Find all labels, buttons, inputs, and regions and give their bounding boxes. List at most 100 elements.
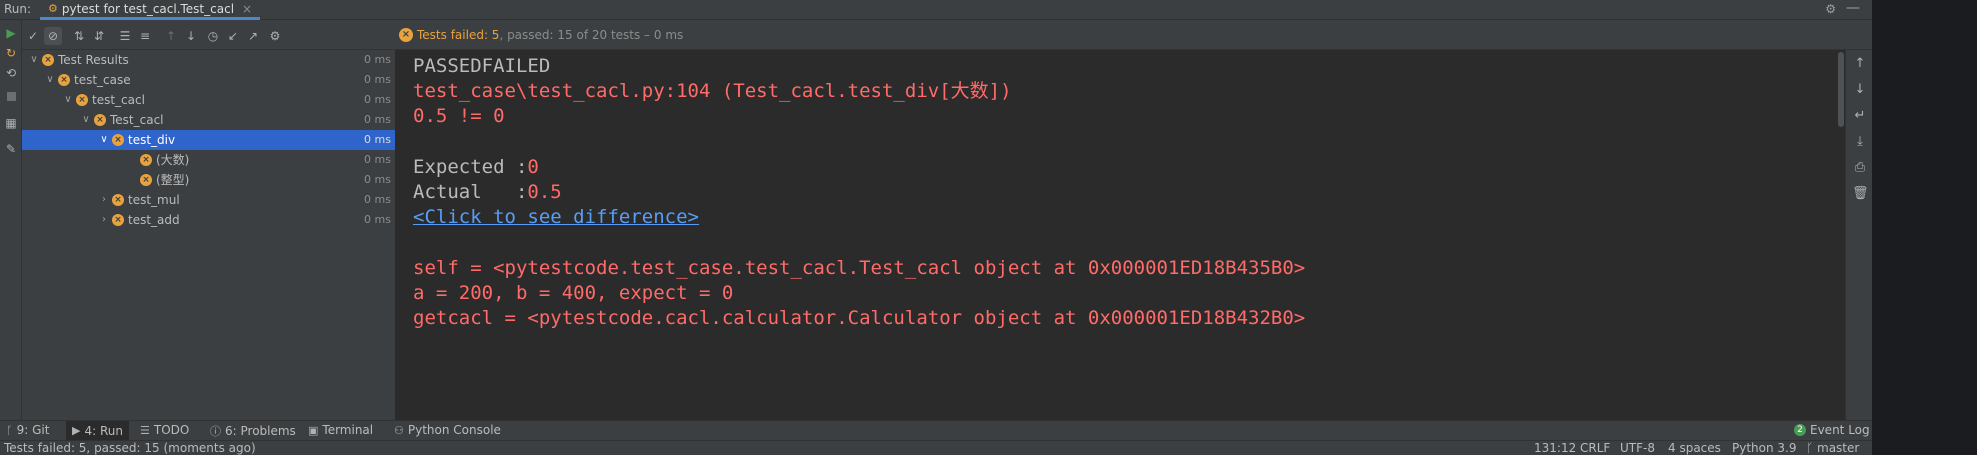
show-ignored-icon[interactable]: ⊘ bbox=[44, 27, 62, 45]
sort-alpha-icon[interactable]: ⇅ bbox=[70, 27, 88, 45]
layout-icon[interactable]: ▦ bbox=[4, 116, 18, 130]
run-tab-label: pytest for test_cacl.Test_cacl bbox=[61, 2, 235, 16]
console-output[interactable]: PASSEDFAILED test_case\test_cacl.py:104 … bbox=[395, 50, 1840, 420]
caret-position[interactable]: 131:12 bbox=[1534, 441, 1576, 455]
tree-row-test-results[interactable]: ∨ × Test Results 0 ms bbox=[22, 50, 395, 70]
console-line: self = <pytestcode.test_case.test_cacl.T… bbox=[413, 257, 1306, 279]
branch-icon: ᚴ bbox=[1806, 441, 1818, 455]
chevron-down-icon[interactable]: ∨ bbox=[44, 70, 56, 90]
passed-summary: , passed: 15 of 20 tests – 0 ms bbox=[499, 28, 684, 42]
settings-icon[interactable]: ⚙ bbox=[266, 27, 284, 45]
stop-icon[interactable] bbox=[4, 90, 18, 104]
import-icon[interactable]: ↙ bbox=[224, 27, 242, 45]
tree-row-time: 0 ms bbox=[364, 153, 391, 166]
tree-row-label: Test Results bbox=[58, 53, 129, 67]
collapse-all-icon[interactable]: ≡ bbox=[136, 27, 154, 45]
tree-row-test-cacl-class[interactable]: ∨ × Test_cacl 0 ms bbox=[22, 110, 395, 130]
failed-icon: × bbox=[140, 154, 152, 166]
indent-setting[interactable]: 4 spaces bbox=[1668, 441, 1721, 455]
event-log-tool-button[interactable]: 2 Event Log bbox=[1794, 423, 1870, 437]
trash-icon[interactable]: 🗑 bbox=[1852, 186, 1869, 202]
scroll-to-end-icon[interactable]: ⤓ bbox=[1852, 134, 1868, 150]
failed-icon: × bbox=[76, 94, 88, 106]
python-console-tool-button[interactable]: ⚇ Python Console bbox=[394, 423, 501, 437]
export-icon[interactable]: ↗ bbox=[244, 27, 262, 45]
failed-icon: × bbox=[94, 114, 106, 126]
rerun-failed-icon[interactable]: ↻ bbox=[4, 46, 18, 60]
see-difference-link[interactable]: <Click to see difference> bbox=[413, 205, 699, 229]
line-separator[interactable]: CRLF bbox=[1580, 441, 1610, 455]
console-line: test_case\test_cacl.py:104 (Test_cacl.te… bbox=[413, 80, 1012, 102]
tree-row-label: test_div bbox=[128, 133, 176, 147]
pin-icon[interactable]: ✎ bbox=[4, 142, 18, 156]
console-line: a = 200, b = 400, expect = 0 bbox=[413, 282, 734, 304]
console-line: getcacl = <pytestcode.cacl.calculator.Ca… bbox=[413, 307, 1306, 329]
minimize-icon[interactable]: — bbox=[1846, 0, 1860, 16]
up-arrow-icon[interactable]: ↑ bbox=[1852, 56, 1868, 72]
run-tool-label: 4: Run bbox=[84, 424, 123, 438]
test-results-tree: ∨ × Test Results 0 ms ∨ × test_case 0 ms… bbox=[22, 50, 395, 420]
play-icon[interactable]: ▶ bbox=[4, 26, 18, 40]
tree-row-label: (整型) bbox=[156, 173, 190, 187]
history-icon[interactable]: ◷ bbox=[204, 27, 222, 45]
tree-row-test-add[interactable]: › × test_add 0 ms bbox=[22, 210, 395, 230]
run-side-toolbar: ▶ ↻ ⟲ ▦ ✎ bbox=[0, 20, 22, 420]
tree-row-test-cacl-module[interactable]: ∨ × test_cacl 0 ms bbox=[22, 90, 395, 110]
problems-tool-button[interactable]: ⓘ 6: Problems bbox=[210, 423, 296, 439]
tree-row-label: test_case bbox=[74, 73, 131, 87]
tree-row-time: 0 ms bbox=[364, 113, 391, 126]
tree-row-time: 0 ms bbox=[364, 93, 391, 106]
git-branch[interactable]: ᚴ master bbox=[1806, 441, 1859, 455]
console-line: 0.5 != 0 bbox=[413, 105, 505, 127]
failed-count: Tests failed: 5 bbox=[417, 28, 500, 42]
toggle-auto-test-icon[interactable]: ⟲ bbox=[4, 66, 18, 80]
print-icon[interactable]: ⎙ bbox=[1852, 160, 1868, 176]
failed-icon: × bbox=[42, 54, 54, 66]
chevron-down-icon[interactable]: ∨ bbox=[80, 110, 92, 130]
desktop-background bbox=[1872, 0, 1977, 455]
todo-tool-button[interactable]: ☰ TODO bbox=[140, 423, 189, 437]
expand-all-icon[interactable]: ☰ bbox=[116, 27, 134, 45]
chevron-right-icon[interactable]: › bbox=[98, 210, 110, 230]
file-encoding[interactable]: UTF-8 bbox=[1620, 441, 1655, 455]
tree-row-test-mul[interactable]: › × test_mul 0 ms bbox=[22, 190, 395, 210]
chevron-down-icon[interactable]: ∨ bbox=[62, 90, 74, 110]
down-arrow-icon[interactable]: ↓ bbox=[1852, 82, 1868, 98]
next-failed-icon[interactable]: ↓ bbox=[182, 27, 200, 45]
tree-row-label: test_mul bbox=[128, 193, 180, 207]
expected-value: 0 bbox=[527, 156, 539, 178]
sort-duration-icon[interactable]: ⇵ bbox=[90, 27, 108, 45]
chevron-down-icon[interactable]: ∨ bbox=[98, 130, 110, 150]
close-icon[interactable]: × bbox=[242, 2, 252, 16]
actual-label: Actual : bbox=[413, 181, 528, 203]
chevron-down-icon[interactable]: ∨ bbox=[28, 50, 40, 70]
run-tab[interactable]: ⚙ pytest for test_cacl.Test_cacl × bbox=[40, 0, 261, 20]
test-tree-toolbar: ✓ ⊘ ⇅ ⇵ ☰ ≡ ↑ ↓ ◷ ↙ ↗ ⚙ bbox=[22, 20, 395, 50]
python-console-tool-label: Python Console bbox=[407, 423, 501, 437]
info-icon: ⓘ bbox=[210, 425, 221, 438]
status-message[interactable]: Tests failed: 5, passed: 15 (moments ago… bbox=[4, 441, 256, 455]
console-line: PASSEDFAILED bbox=[413, 55, 551, 77]
git-tool-button[interactable]: ᚴ 9: Git bbox=[6, 423, 49, 437]
tree-row-param-big[interactable]: × (大数) 0 ms bbox=[22, 150, 395, 170]
terminal-tool-label: Terminal bbox=[322, 423, 374, 437]
run-tool-button[interactable]: ▶ 4: Run bbox=[66, 421, 129, 441]
failed-icon: × bbox=[112, 194, 124, 206]
event-count-badge: 2 bbox=[1794, 424, 1806, 436]
tree-row-test-case[interactable]: ∨ × test_case 0 ms bbox=[22, 70, 395, 90]
tree-row-test-div[interactable]: ∨ × test_div 0 ms bbox=[22, 130, 395, 150]
terminal-tool-button[interactable]: ▣ Terminal bbox=[308, 423, 373, 437]
test-status-text: Tests failed: 5, passed: 15 of 20 tests … bbox=[417, 28, 683, 42]
chevron-right-icon[interactable]: › bbox=[98, 190, 110, 210]
console-scrollbar-thumb[interactable] bbox=[1838, 52, 1844, 127]
play-icon: ▶ bbox=[72, 424, 81, 437]
previous-failed-icon[interactable]: ↑ bbox=[162, 27, 180, 45]
show-passed-icon[interactable]: ✓ bbox=[24, 27, 42, 45]
tree-row-time: 0 ms bbox=[364, 213, 391, 226]
tree-row-param-int[interactable]: × (整型) 0 ms bbox=[22, 170, 395, 190]
tree-row-time: 0 ms bbox=[364, 133, 391, 146]
gear-icon[interactable]: ⚙ bbox=[1825, 2, 1836, 16]
soft-wrap-icon[interactable]: ↵ bbox=[1852, 108, 1868, 124]
failed-icon: × bbox=[58, 74, 70, 86]
python-interpreter[interactable]: Python 3.9 bbox=[1732, 441, 1797, 455]
